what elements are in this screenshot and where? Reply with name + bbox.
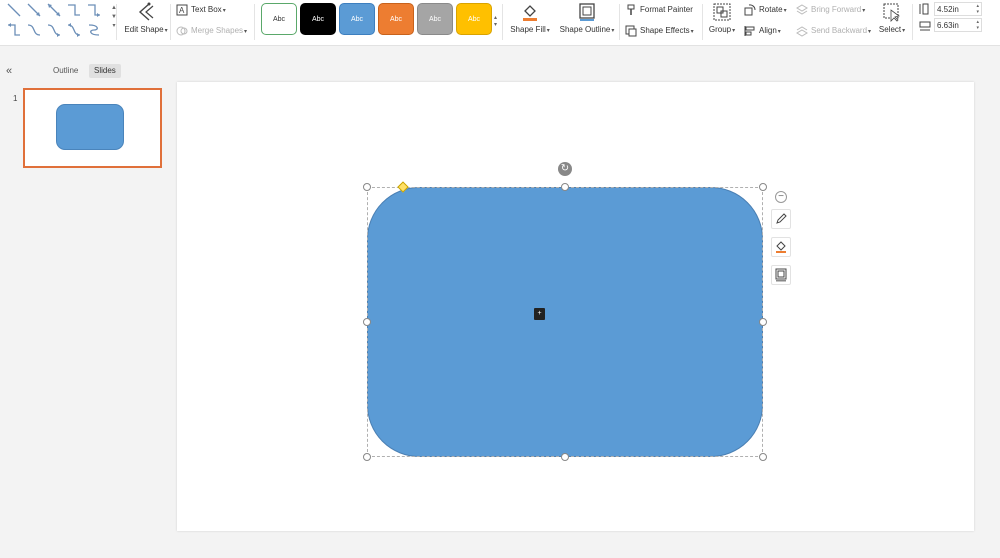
select-icon bbox=[883, 3, 900, 22]
line-shapes-gallery: ▲ ▼ ▾ bbox=[6, 2, 117, 42]
shape-outline-icon bbox=[579, 3, 595, 21]
thumbnail-shape bbox=[56, 104, 124, 150]
style-gallery-more-button[interactable]: ▴ ▾ bbox=[494, 14, 497, 28]
text-box-button[interactable]: A Text Box▾ bbox=[176, 3, 226, 17]
slide-number: 1 bbox=[13, 94, 18, 103]
editing-canvas: ↻ + − bbox=[168, 56, 1000, 558]
line-shape-icon[interactable] bbox=[26, 22, 42, 38]
text-edit-icon[interactable]: + bbox=[534, 308, 545, 320]
width-input[interactable]: 6.63in ▴ ▾ bbox=[934, 18, 982, 32]
line-shape-icon[interactable] bbox=[66, 2, 82, 18]
tab-slides[interactable]: Slides bbox=[89, 64, 121, 78]
merge-shapes-button[interactable]: Merge Shapes▾ bbox=[176, 24, 247, 38]
rotate-button[interactable]: Rotate▾ bbox=[744, 3, 787, 17]
width-spinner[interactable]: ▴ ▾ bbox=[976, 19, 979, 31]
ribbon-toolbar: ▲ ▼ ▾ Edit Shape▾ A Text Box▾ Merge Shapes▾… bbox=[0, 0, 1000, 46]
edit-shape-label: Edit Shape bbox=[124, 25, 164, 34]
height-spinner[interactable]: ▴ ▾ bbox=[976, 3, 979, 15]
resize-handle-right[interactable] bbox=[759, 318, 767, 326]
width-field: 6.63in ▴ ▾ bbox=[918, 18, 988, 32]
height-icon bbox=[919, 3, 929, 15]
resize-handle-top-left[interactable] bbox=[363, 183, 371, 191]
slide-canvas[interactable]: ↻ + − bbox=[177, 82, 974, 531]
send-backward-button[interactable]: Send Backward▾ bbox=[796, 24, 871, 38]
shape-style-swatch[interactable]: Abc bbox=[339, 3, 375, 35]
line-shape-icon[interactable] bbox=[6, 22, 22, 38]
send-backward-icon bbox=[796, 26, 808, 37]
shape-outline-button[interactable]: Shape Outline▾ bbox=[558, 2, 616, 34]
shape-effects-button[interactable]: Shape Effects▾ bbox=[625, 24, 694, 38]
outline-button[interactable] bbox=[771, 265, 791, 285]
shape-style-swatch[interactable]: Abc bbox=[261, 3, 297, 35]
resize-handle-bottom[interactable] bbox=[561, 453, 569, 461]
tab-outline[interactable]: Outline bbox=[48, 64, 83, 78]
group-icon bbox=[713, 3, 731, 21]
height-input[interactable]: 4.52in ▴ ▾ bbox=[934, 2, 982, 16]
format-painter-icon bbox=[627, 4, 635, 15]
line-shape-icon[interactable] bbox=[86, 22, 102, 38]
select-button[interactable]: Select▾ bbox=[876, 2, 908, 34]
resize-handle-bottom-right[interactable] bbox=[759, 453, 767, 461]
resize-handle-top-right[interactable] bbox=[759, 183, 767, 191]
shape-effects-icon bbox=[625, 25, 637, 37]
line-shape-icon[interactable] bbox=[26, 2, 42, 18]
merge-shapes-icon bbox=[176, 26, 188, 36]
resize-handle-top[interactable] bbox=[561, 183, 569, 191]
line-shape-icon[interactable] bbox=[6, 2, 22, 18]
width-icon bbox=[919, 21, 931, 31]
line-shape-icon[interactable] bbox=[86, 2, 102, 18]
pen-button[interactable] bbox=[771, 209, 791, 229]
resize-handle-left[interactable] bbox=[363, 318, 371, 326]
format-painter-button[interactable]: Format Painter bbox=[625, 3, 693, 17]
resize-handle-bottom-left[interactable] bbox=[363, 453, 371, 461]
collapse-icon[interactable]: « bbox=[6, 65, 12, 77]
rotate-icon bbox=[744, 4, 756, 16]
slides-pane: « Outline Slides 1 bbox=[0, 56, 168, 558]
shape-style-swatch[interactable]: Abc bbox=[378, 3, 414, 35]
line-shape-icon[interactable] bbox=[66, 22, 82, 38]
height-field: 4.52in ▴ ▾ bbox=[918, 2, 988, 16]
group-button[interactable]: Group▾ bbox=[706, 2, 738, 34]
shape-style-swatch[interactable]: Abc bbox=[456, 3, 492, 35]
text-box-icon: A bbox=[176, 4, 188, 16]
align-button[interactable]: Align▾ bbox=[744, 24, 781, 38]
pen-icon bbox=[776, 213, 787, 224]
svg-text:A: A bbox=[179, 6, 185, 15]
rounded-rectangle-shape[interactable] bbox=[367, 187, 763, 457]
bring-forward-button[interactable]: Bring Forward▾ bbox=[796, 3, 865, 17]
fill-button[interactable] bbox=[771, 237, 791, 257]
shape-style-swatch[interactable]: Abc bbox=[417, 3, 453, 35]
shape-fill-icon bbox=[523, 5, 537, 21]
fill-bucket-icon bbox=[776, 241, 786, 253]
shape-style-swatch[interactable]: Abc bbox=[300, 3, 336, 35]
bring-forward-icon bbox=[796, 4, 808, 15]
line-shape-icon[interactable] bbox=[46, 22, 62, 38]
shape-fill-button[interactable]: Shape Fill▾ bbox=[510, 2, 550, 34]
slide-thumbnail[interactable] bbox=[23, 88, 162, 168]
minus-icon[interactable]: − bbox=[775, 191, 787, 203]
line-shape-icon[interactable] bbox=[46, 2, 62, 18]
outline-icon bbox=[775, 268, 787, 282]
align-icon bbox=[744, 25, 755, 36]
edit-shape-button[interactable]: Edit Shape▾ bbox=[124, 2, 168, 34]
edit-shape-icon bbox=[138, 2, 154, 21]
rotate-handle-icon[interactable]: ↻ bbox=[558, 162, 572, 176]
